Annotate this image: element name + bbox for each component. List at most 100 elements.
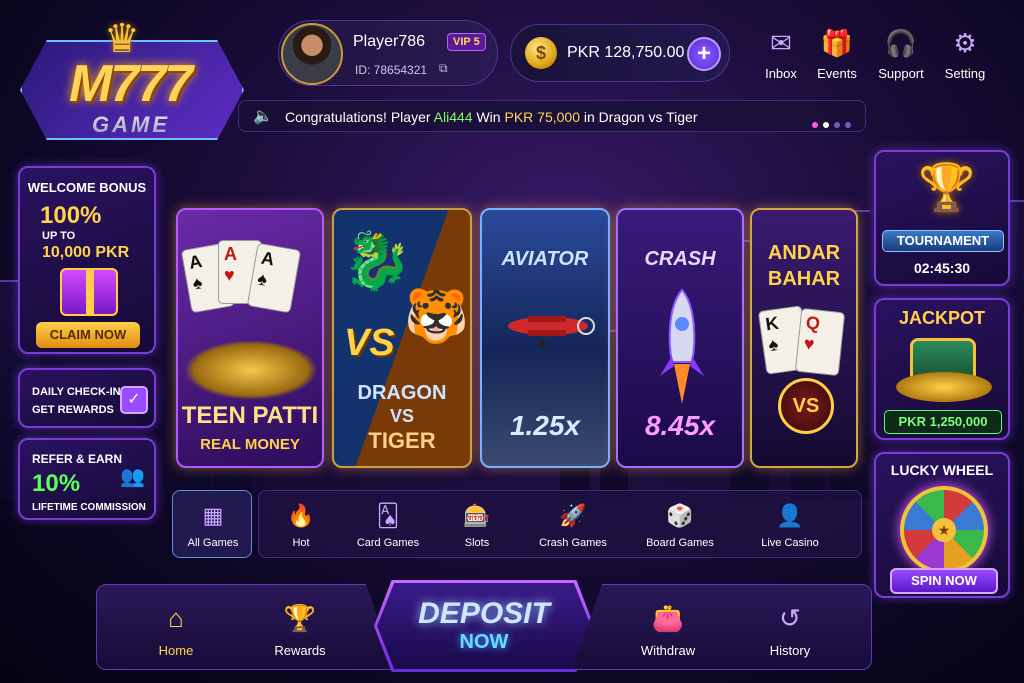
- wallet-balance: $ PKR 128,750.00 +: [510, 24, 730, 82]
- lucky-wheel-label: LUCKY WHEEL: [890, 462, 994, 478]
- nav-withdraw-label: Withdraw: [640, 643, 696, 658]
- category-label: Slots: [464, 537, 490, 549]
- daily-checkin-card[interactable]: DAILY CHECK-IN GET REWARDS ✓: [18, 368, 156, 428]
- category-list: 🔥 Hot 🂡 Card Games 🎰 Slots 🚀 Crash Games…: [258, 490, 862, 558]
- game-card-crash[interactable]: CRASH 8.45x: [616, 208, 744, 468]
- category-label: Hot: [292, 537, 310, 549]
- aviator-title: AVIATOR: [501, 248, 589, 270]
- nav-support[interactable]: 🎧 Support: [868, 28, 934, 81]
- bottom-nav-left: ⌂ Home 🏆 Rewards: [96, 584, 396, 670]
- category-label: All Games: [187, 537, 239, 549]
- game-card-andar-bahar[interactable]: ANDAR BAHAR K ♠ Q ♥ VS: [750, 208, 858, 468]
- andar-vs-badge: VS: [778, 378, 834, 434]
- category-card-games[interactable]: 🂡 Card Games: [343, 491, 433, 559]
- refer-earn-card[interactable]: REFER & EARN 10% LIFETIME COMMISSION 👥: [18, 438, 156, 520]
- wallet-icon: 👛: [651, 603, 685, 633]
- logo-subtitle: GAME: [66, 112, 196, 138]
- checkin-subtitle: GET REWARDS: [32, 404, 114, 416]
- game-card-aviator[interactable]: AVIATOR 1.25x: [480, 208, 610, 468]
- people-icon: 👥: [120, 466, 145, 488]
- nav-setting-label: Setting: [944, 66, 986, 81]
- refer-subtitle: LIFETIME COMMISSION: [32, 502, 146, 513]
- calendar-check-icon: ✓: [120, 386, 148, 414]
- player-profile[interactable]: Player786 VIP 5 ID: 78654321 ⧉: [278, 20, 498, 86]
- crash-multiplier: 8.45x: [644, 410, 716, 441]
- balance-amount: PKR 128,750.00: [567, 44, 685, 61]
- spin-now-button[interactable]: SPIN NOW: [890, 568, 998, 594]
- nav-setting[interactable]: ⚙ Setting: [932, 28, 998, 81]
- deposit-now-button[interactable]: DEPOSIT NOW: [374, 580, 594, 672]
- dealer-icon: 👤: [776, 503, 804, 528]
- gift-box-icon: [60, 268, 118, 316]
- category-label: Crash Games: [539, 537, 607, 549]
- tiger-title: TIGER: [368, 428, 436, 453]
- nav-home[interactable]: ⌂ Home: [131, 603, 221, 658]
- dragon-vs-text: VS: [389, 406, 414, 426]
- playing-card-icon: Q ♥: [794, 307, 846, 377]
- tournament-countdown: 02:45:30: [913, 260, 971, 276]
- gift-icon: 🎁: [820, 28, 854, 58]
- nav-events[interactable]: 🎁 Events: [804, 28, 870, 81]
- copy-icon[interactable]: ⧉: [439, 61, 448, 76]
- ticker-pagination: [807, 115, 851, 133]
- jackpot-card[interactable]: JACKPOT PKR 1,250,000: [874, 298, 1010, 440]
- avatar[interactable]: [281, 23, 343, 85]
- nav-rewards-label: Rewards: [274, 643, 326, 658]
- aviator-multiplier: 1.25x: [509, 410, 581, 441]
- headset-icon: 🎧: [884, 28, 918, 58]
- teen-patti-subtitle: REAL MONEY: [200, 436, 300, 453]
- tiger-icon: 🐯: [404, 288, 469, 346]
- nav-home-label: Home: [158, 643, 194, 658]
- category-label: Card Games: [356, 537, 420, 549]
- nav-support-label: Support: [878, 66, 924, 81]
- game-card-dragon-vs-tiger[interactable]: 🐉 🐯 VS DRAGON VS TIGER: [332, 208, 472, 468]
- grid-icon: ▦: [202, 503, 224, 528]
- bottom-nav-right: 👛 Withdraw ↺ History: [572, 584, 872, 670]
- game-card-teen-patti[interactable]: A ♠ A ♥ A ♠ TEEN PATTI REAL MONEY: [176, 208, 324, 468]
- casino-chips-icon: [184, 340, 318, 400]
- game-category-bar: ▦ All Games 🔥 Hot 🂡 Card Games 🎰 Slots 🚀…: [172, 490, 862, 558]
- jackpot-amount: PKR 1,250,000: [884, 410, 1002, 434]
- ticker-suffix: in Dragon vs Tiger: [583, 109, 698, 125]
- logo-wordmark: M777: [68, 55, 193, 113]
- brand-logo[interactable]: ♛ M777 GAME: [14, 10, 250, 150]
- trophy-icon: 🏆: [918, 161, 976, 213]
- category-all-games-inner: ▦ All Games: [173, 491, 253, 559]
- add-funds-button[interactable]: +: [687, 37, 721, 71]
- welcome-upto: UP TO: [42, 230, 76, 242]
- tournament-label: TOURNAMENT: [882, 230, 1004, 252]
- star-icon: ★: [932, 518, 956, 542]
- dice-icon: 🎲: [666, 503, 694, 528]
- ticker-player: Ali444: [433, 109, 473, 125]
- refer-title: REFER & EARN: [32, 452, 123, 466]
- category-board-games[interactable]: 🎲 Board Games: [625, 491, 735, 559]
- category-crash-games[interactable]: 🚀 Crash Games: [521, 491, 625, 559]
- category-live-casino[interactable]: 👤 Live Casino: [735, 491, 845, 559]
- ticker-message: Congratulations! Player Ali444 Win PKR 7…: [285, 109, 697, 125]
- nav-withdraw[interactable]: 👛 Withdraw: [623, 603, 713, 658]
- playing-card-icon: A ♠: [246, 242, 302, 314]
- bottom-navigation: ⌂ Home 🏆 Rewards DEPOSIT NOW 👛 Withdraw …: [96, 580, 872, 674]
- speaker-icon: 🔈: [253, 108, 273, 125]
- nav-history[interactable]: ↺ History: [745, 603, 835, 658]
- category-slots[interactable]: 🎰 Slots: [433, 491, 521, 559]
- winner-ticker: 🔈 Congratulations! Player Ali444 Win PKR…: [238, 100, 866, 132]
- lucky-wheel-card[interactable]: LUCKY WHEEL ★ SPIN NOW: [874, 452, 1010, 598]
- welcome-bonus-card[interactable]: WELCOME BONUS 100% UP TO 10,000 PKR CLAI…: [18, 166, 156, 354]
- gear-icon: ⚙: [953, 28, 977, 58]
- player-id: ID: 78654321: [355, 63, 428, 77]
- andar-title: ANDAR: [767, 242, 841, 264]
- category-label: Live Casino: [761, 537, 819, 549]
- category-hot[interactable]: 🔥 Hot: [259, 491, 343, 559]
- rocket-icon: [660, 288, 704, 404]
- category-all-games[interactable]: ▦ All Games: [172, 490, 252, 558]
- category-label: Board Games: [646, 537, 714, 549]
- tournament-card[interactable]: 🏆 TOURNAMENT 02:45:30: [874, 150, 1010, 286]
- welcome-title: WELCOME BONUS: [27, 180, 147, 195]
- nav-rewards[interactable]: 🏆 Rewards: [255, 603, 345, 658]
- claim-now-button[interactable]: CLAIM NOW: [36, 322, 140, 348]
- trophy-icon: 🏆: [283, 603, 317, 633]
- dragon-vs-label: VS: [344, 322, 395, 364]
- deposit-now-label: NOW: [459, 631, 509, 653]
- jackpot-label: JACKPOT: [898, 308, 985, 328]
